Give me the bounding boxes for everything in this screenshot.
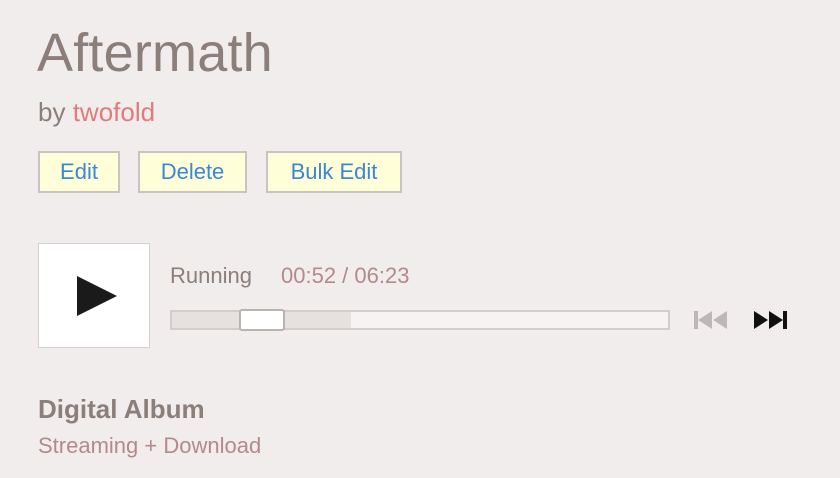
progress-bar[interactable] (170, 309, 670, 331)
skip-next-icon (754, 311, 787, 329)
bulk-edit-button[interactable]: Bulk Edit (266, 151, 402, 193)
artist-link[interactable]: twofold (73, 97, 155, 127)
format-title: Digital Album (38, 394, 205, 424)
next-track-button[interactable] (752, 308, 788, 332)
previous-track-button[interactable] (693, 308, 729, 332)
play-button[interactable] (38, 243, 150, 348)
album-title: Aftermath (37, 23, 273, 83)
play-icon (77, 276, 117, 316)
track-time: 00:52 / 06:23 (281, 263, 410, 288)
delete-button[interactable]: Delete (138, 151, 247, 193)
edit-button[interactable]: Edit (38, 151, 120, 193)
format-subtitle: Streaming + Download (38, 433, 262, 458)
byline: by twofold (38, 97, 155, 127)
skip-previous-icon (694, 311, 727, 329)
progress-handle[interactable] (239, 309, 285, 331)
byline-prefix: by (38, 97, 66, 127)
track-title: Running (170, 263, 252, 288)
